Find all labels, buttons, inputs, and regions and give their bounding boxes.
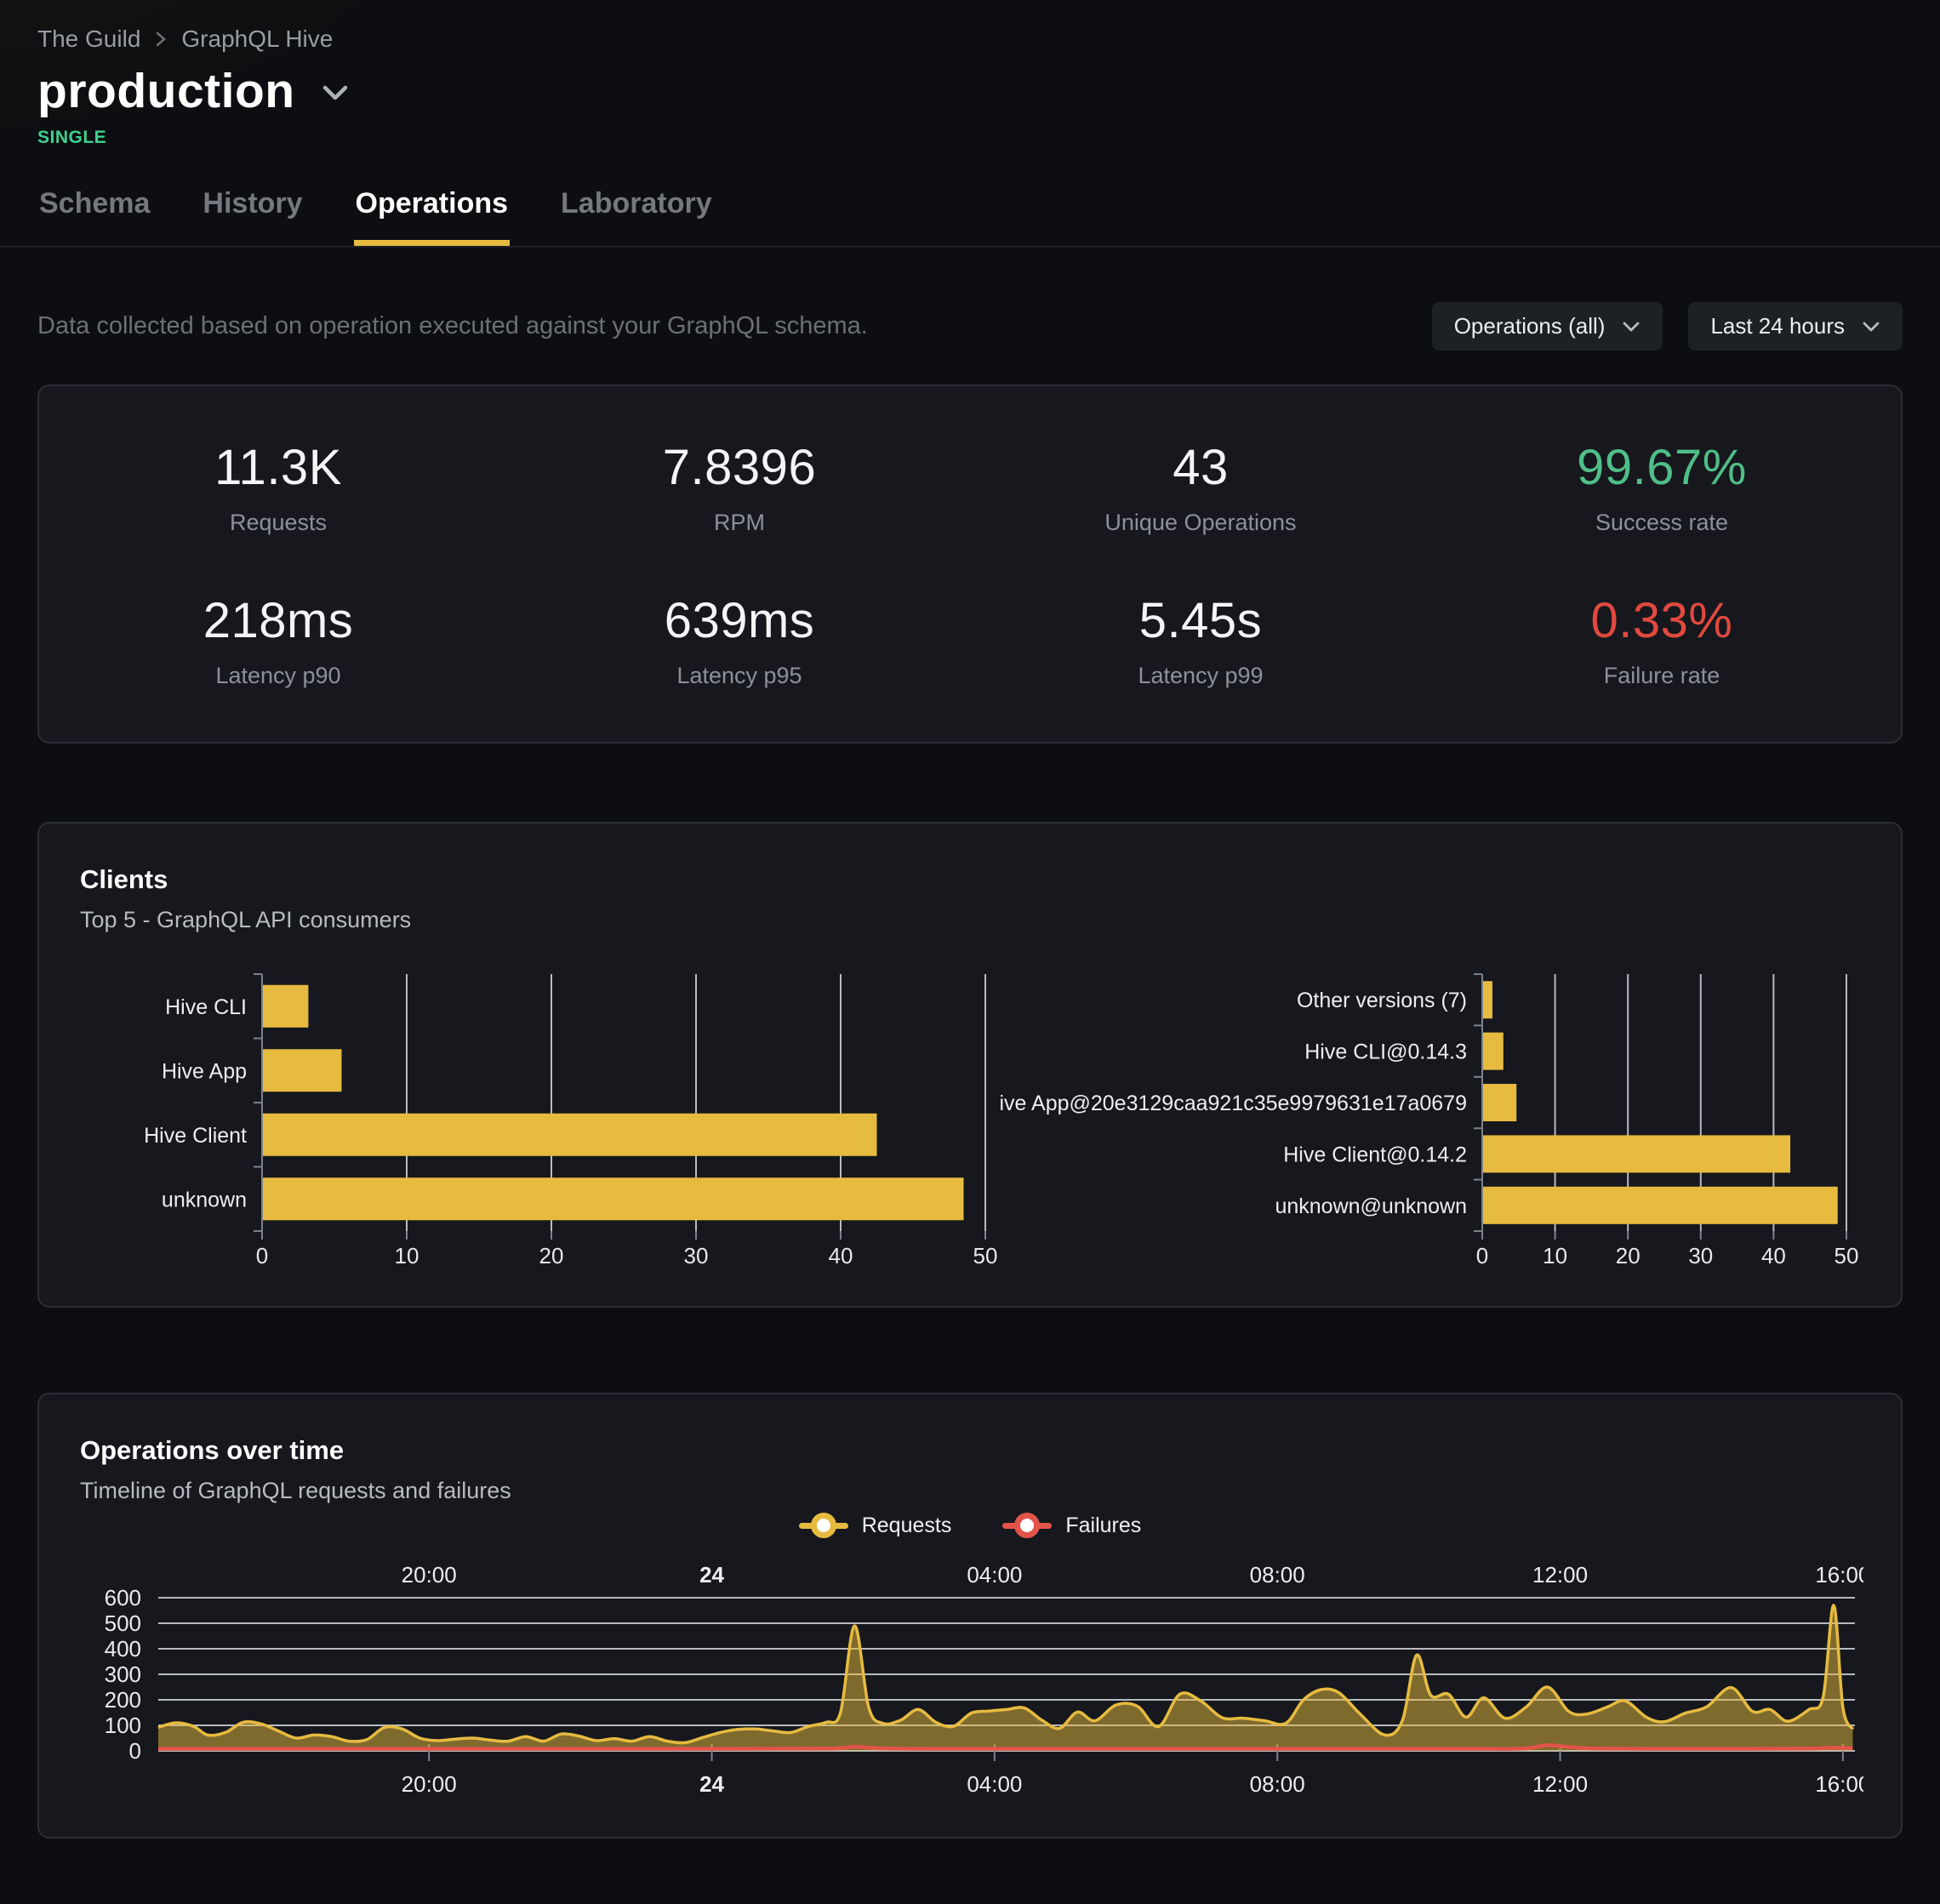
target-mode-badge: SINGLE	[37, 128, 1903, 148]
category-label: unknown@unknown	[1275, 1194, 1467, 1218]
breadcrumb: The Guild GraphQL Hive	[37, 26, 1903, 53]
bar-hive-app[interactable]	[263, 1049, 342, 1092]
operations-card-subtitle: Timeline of GraphQL requests and failure…	[80, 1478, 1860, 1504]
y-tick-label: 500	[105, 1610, 141, 1636]
chevron-down-icon	[1862, 321, 1880, 333]
y-tick-label: 0	[129, 1738, 141, 1764]
page-header: The Guild GraphQL Hive production SINGLE…	[0, 0, 1940, 248]
operations-timeline-chart: 0100200300400500600 20:00 20:00 24 24 04:00 04…	[80, 1560, 1863, 1807]
breadcrumb-project-link[interactable]: GraphQL Hive	[181, 26, 333, 53]
x-tick-label: 16:00	[1815, 1771, 1863, 1797]
tab-schema[interactable]: Schema	[37, 187, 151, 246]
x-tick-label: 08:00	[1250, 1771, 1305, 1797]
stat-latency-p90: 218ms Latency p90	[48, 592, 509, 689]
category-label: Hive App@20e3129caa921c35e9979631e17a067…	[999, 1092, 1467, 1115]
tab-bar: Schema History Operations Laboratory	[37, 187, 1903, 246]
operations-filter-value: Operations (all)	[1454, 313, 1606, 339]
x-tick-label: 20	[1616, 1243, 1640, 1268]
x-tick-label: 20:00	[402, 1771, 457, 1797]
x-tick-label: 08:00	[1250, 1562, 1305, 1588]
stat-latency-p95: 639ms Latency p95	[509, 592, 970, 689]
bar-hive-client[interactable]	[263, 1114, 877, 1156]
operations-card-title: Operations over time	[80, 1435, 1860, 1466]
page-description: Data collected based on operation execut…	[37, 312, 868, 340]
stat-requests: 11.3K Requests	[48, 439, 509, 536]
x-tick-label: 12:00	[1532, 1562, 1588, 1588]
chevron-down-icon	[1622, 321, 1640, 333]
time-range-value: Last 24 hours	[1710, 313, 1845, 339]
x-tick-label: 50	[1834, 1243, 1859, 1268]
x-tick-label: 20	[539, 1243, 564, 1268]
bar-unknown[interactable]	[263, 1177, 964, 1220]
stat-rpm: 7.8396 RPM	[509, 439, 970, 536]
x-tick-label: 24	[699, 1562, 724, 1588]
clients-by-name-chart: 0 10 20 30 40 50 Hive CLI Hive App Hive Client un…	[80, 969, 999, 1272]
category-label: Hive Client	[144, 1124, 247, 1148]
x-tick-label: 04:00	[967, 1562, 1022, 1588]
x-tick-label: 30	[1688, 1243, 1713, 1268]
clients-card: Clients Top 5 - GraphQL API consumers 0 1…	[37, 822, 1903, 1308]
stat-latency-p99: 5.45s Latency p99	[970, 592, 1431, 689]
y-tick-label: 600	[105, 1585, 141, 1610]
tab-history[interactable]: History	[201, 187, 304, 246]
operations-over-time-card: Operations over time Timeline of GraphQL…	[37, 1393, 1903, 1838]
bar-hive-cli-0-14-3[interactable]	[1483, 1033, 1504, 1070]
requests-area	[158, 1605, 1853, 1751]
tab-operations[interactable]: Operations	[354, 187, 510, 246]
y-tick-label: 300	[105, 1662, 141, 1687]
stat-unique-operations: 43 Unique Operations	[970, 439, 1431, 536]
tab-laboratory[interactable]: Laboratory	[559, 187, 714, 246]
failures-series-icon	[1002, 1513, 1052, 1538]
bar-other-versions-7-[interactable]	[1483, 981, 1492, 1018]
breadcrumb-org-link[interactable]: The Guild	[37, 26, 140, 53]
category-label: Other versions (7)	[1297, 989, 1467, 1012]
x-tick-label: 0	[1476, 1243, 1488, 1268]
page-title: production	[37, 63, 295, 119]
y-tick-label: 400	[105, 1636, 141, 1662]
clients-card-title: Clients	[80, 864, 1860, 895]
toolbar: Data collected based on operation execut…	[37, 302, 1903, 351]
x-tick-label: 24	[699, 1771, 724, 1797]
x-tick-label: 04:00	[967, 1771, 1022, 1797]
x-tick-label: 10	[395, 1243, 419, 1268]
timeline-legend: Requests Failures	[80, 1513, 1860, 1538]
bar-hive-client-0-14-2[interactable]	[1483, 1135, 1790, 1172]
category-label: Hive CLI@0.14.3	[1304, 1040, 1467, 1064]
legend-item-requests[interactable]: Requests	[799, 1513, 952, 1538]
toolbar-filters: Operations (all) Last 24 hours	[1432, 302, 1903, 351]
x-tick-label: 16:00	[1815, 1562, 1863, 1588]
category-label: Hive App	[162, 1059, 247, 1083]
category-label: Hive Client@0.14.2	[1283, 1143, 1467, 1166]
x-tick-label: 30	[684, 1243, 709, 1268]
requests-series-icon	[799, 1513, 848, 1538]
operations-page: Data collected based on operation execut…	[0, 302, 1940, 1838]
x-tick-label: 50	[973, 1243, 998, 1268]
x-tick-label: 10	[1543, 1243, 1567, 1268]
x-tick-label: 40	[1761, 1243, 1786, 1268]
operations-filter-select[interactable]: Operations (all)	[1432, 302, 1663, 351]
clients-by-version-chart: 0 10 20 30 40 50 Other versions (7) Hive CLI@0.…	[999, 969, 1860, 1272]
stat-success-rate: 99.67% Success rate	[1431, 439, 1892, 536]
x-tick-label: 12:00	[1532, 1771, 1588, 1797]
x-tick-label: 0	[256, 1243, 268, 1268]
category-label: Hive CLI	[165, 995, 247, 1019]
x-tick-label: 20:00	[402, 1562, 457, 1588]
y-tick-label: 200	[105, 1687, 141, 1713]
x-tick-label: 40	[829, 1243, 853, 1268]
chevron-right-icon	[154, 29, 168, 49]
category-label: unknown	[162, 1188, 247, 1211]
bar-hive-app-20e3129caa921c35e9979631e17a0679[interactable]	[1483, 1084, 1516, 1121]
bar-unknown-unknown[interactable]	[1483, 1187, 1838, 1224]
stat-failure-rate: 0.33% Failure rate	[1431, 592, 1892, 689]
y-tick-label: 100	[105, 1713, 141, 1738]
clients-card-subtitle: Top 5 - GraphQL API consumers	[80, 907, 1860, 933]
bar-hive-cli[interactable]	[263, 985, 308, 1028]
target-selector-chevron-down-icon[interactable]	[321, 84, 350, 107]
legend-item-failures[interactable]: Failures	[1002, 1513, 1141, 1538]
time-range-select[interactable]: Last 24 hours	[1688, 302, 1903, 351]
stats-summary-card: 11.3K Requests 7.8396 RPM 43 Unique Oper…	[37, 385, 1903, 744]
